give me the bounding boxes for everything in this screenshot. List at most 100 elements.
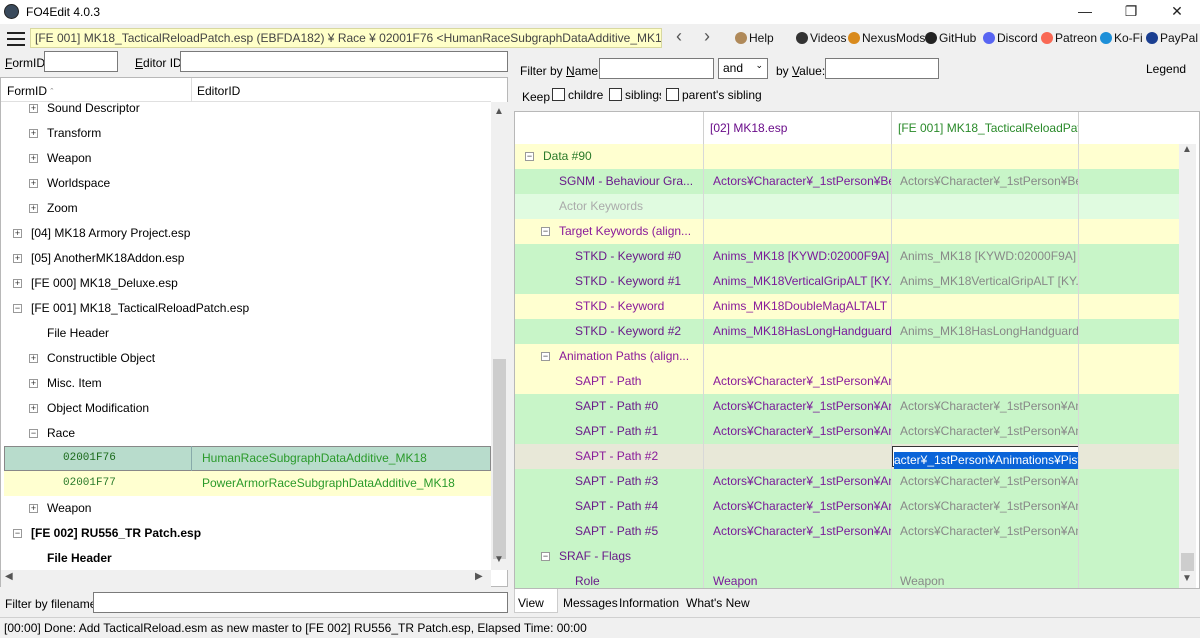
scroll-down-icon[interactable]: ▼	[1182, 573, 1192, 584]
scroll-right-icon[interactable]: ▶	[475, 571, 483, 582]
master-value-cell[interactable]	[704, 444, 892, 469]
tree-node[interactable]: + Misc. Item	[1, 371, 491, 396]
master-value-cell[interactable]: Anims_MK18HasLongHandguard...	[704, 319, 892, 344]
tab-information[interactable]: Information	[619, 596, 679, 610]
collapse-icon[interactable]: −	[29, 429, 38, 438]
formid-input[interactable]	[44, 51, 118, 72]
filter-value-input[interactable]	[825, 58, 939, 79]
override-value-cell[interactable]: Actors¥Character¥_1stPerson¥Ani...	[892, 419, 1079, 444]
grid-column-master[interactable]: [02] MK18.esp	[704, 112, 892, 144]
collapse-icon[interactable]: −	[541, 552, 550, 561]
legend-button[interactable]: Legend	[1146, 62, 1186, 76]
toolbar-link-patreon[interactable]: Patreon	[1041, 31, 1097, 45]
grid-column-override[interactable]: [FE 001] MK18_TacticalReloadPatch...	[892, 112, 1079, 144]
tree-record-row[interactable]: 02001F76 HumanRaceSubgraphDataAdditive_MK…	[1, 446, 491, 471]
grid-row[interactable]: SAPT - Path #2 acter¥_1stPerson¥Animation…	[515, 444, 1179, 469]
grid-row[interactable]: SAPT - Path Actors¥Character¥_1stPerson¥A…	[515, 369, 1179, 394]
grid-row[interactable]: STKD - Keyword #1 Anims_MK18VerticalGripA…	[515, 269, 1179, 294]
tree-node[interactable]: + Weapon	[1, 496, 491, 521]
grid-row[interactable]: SAPT - Path #0 Actors¥Character¥_1stPerso…	[515, 394, 1179, 419]
master-value-cell[interactable]	[704, 219, 892, 244]
master-value-cell[interactable]: Actors¥Character¥_1stPerson¥Ani...	[704, 519, 892, 544]
minimize-button[interactable]: —	[1062, 0, 1108, 24]
tree-node[interactable]: + Zoom	[1, 196, 491, 221]
column-editorid[interactable]: EditorID	[197, 84, 240, 98]
grid-row[interactable]: SAPT - Path #5 Actors¥Character¥_1stPerso…	[515, 519, 1179, 544]
tree-node[interactable]: − [FE 002] RU556_TR Patch.esp	[1, 521, 491, 546]
collapse-icon[interactable]: −	[541, 352, 550, 361]
override-value-cell[interactable]	[892, 144, 1079, 169]
operator-select[interactable]: and ⌄	[718, 58, 768, 79]
tree-node[interactable]: + Object Modification	[1, 396, 491, 421]
master-value-cell[interactable]	[704, 194, 892, 219]
expand-icon[interactable]: +	[29, 354, 38, 363]
menu-icon[interactable]	[7, 32, 25, 46]
grid-row[interactable]: STKD - Keyword #0 Anims_MK18 [KYWD:02000F…	[515, 244, 1179, 269]
scroll-up-icon[interactable]: ▲	[1182, 144, 1192, 155]
override-value-cell[interactable]	[892, 369, 1079, 394]
filter-name-input[interactable]	[599, 58, 714, 79]
record-path-box[interactable]: [FE 001] MK18_TacticalReloadPatch.esp (E…	[30, 28, 662, 48]
collapse-icon[interactable]: −	[541, 227, 550, 236]
master-value-cell[interactable]	[704, 544, 892, 569]
grid-row[interactable]: − Animation Paths (align...	[515, 344, 1179, 369]
tree-node[interactable]: + [04] MK18 Armory Project.esp	[1, 221, 491, 246]
expand-icon[interactable]: +	[29, 379, 38, 388]
expand-icon[interactable]: +	[29, 129, 38, 138]
master-value-cell[interactable]: Actors¥Character¥_1stPerson¥Ani...	[704, 419, 892, 444]
grid-row[interactable]: Actor Keywords	[515, 194, 1179, 219]
grid-row[interactable]: − Target Keywords (align...	[515, 219, 1179, 244]
tree-node[interactable]: − Race	[1, 421, 491, 446]
toolbar-link-paypal[interactable]: PayPal	[1146, 31, 1198, 45]
toolbar-link-videos[interactable]: Videos	[796, 31, 846, 45]
tree-node[interactable]: File Header	[1, 546, 491, 570]
master-value-cell[interactable]: Actors¥Character¥_1stPerson¥Ani...	[704, 494, 892, 519]
cell-edit-input[interactable]: acter¥_1stPerson¥Animations¥Pistol	[892, 446, 1078, 469]
grid-row[interactable]: SGNM - Behaviour Gra... Actors¥Character¥…	[515, 169, 1179, 194]
expand-icon[interactable]: +	[29, 204, 38, 213]
toolbar-link-discord[interactable]: Discord	[983, 31, 1038, 45]
grid-row[interactable]: SAPT - Path #3 Actors¥Character¥_1stPerso…	[515, 469, 1179, 494]
override-value-cell[interactable]	[892, 544, 1079, 569]
grid-row[interactable]: − Data #90	[515, 144, 1179, 169]
master-value-cell[interactable]	[704, 344, 892, 369]
expand-icon[interactable]: +	[29, 154, 38, 163]
override-value-cell[interactable]: Actors¥Character¥_1stPerson¥Ani...	[892, 494, 1079, 519]
override-value-cell[interactable]: Weapon	[892, 569, 1079, 588]
column-formid[interactable]: FormID ˆ	[7, 84, 53, 98]
expand-icon[interactable]: +	[29, 104, 38, 113]
override-value-cell[interactable]: Actors¥Character¥_1stPerson¥Ani...	[892, 469, 1079, 494]
expand-icon[interactable]: +	[29, 179, 38, 188]
vertical-scrollbar[interactable]: ▲ ▼	[491, 102, 508, 570]
master-value-cell[interactable]: Actors¥Character¥_1stPerson¥Ani...	[704, 394, 892, 419]
scroll-left-icon[interactable]: ◀	[5, 571, 13, 582]
scroll-down-icon[interactable]: ▼	[494, 554, 504, 565]
close-button[interactable]: ✕	[1154, 0, 1200, 24]
master-value-cell[interactable]: Actors¥Character¥_1stPerson¥Ani...	[704, 369, 892, 394]
keep-siblings-checkbox[interactable]: siblings	[609, 88, 661, 102]
grid-row[interactable]: SAPT - Path #4 Actors¥Character¥_1stPerso…	[515, 494, 1179, 519]
scroll-thumb[interactable]	[493, 359, 506, 559]
expand-icon[interactable]: +	[13, 279, 22, 288]
override-value-cell[interactable]: Actors¥Character¥_1stPerson¥Be...	[892, 169, 1079, 194]
grid-vertical-scrollbar[interactable]: ▲ ▼	[1179, 144, 1196, 588]
override-value-cell[interactable]: Actors¥Character¥_1stPerson¥Ani...	[892, 519, 1079, 544]
tree-node[interactable]: + Weapon	[1, 146, 491, 171]
grid-row[interactable]: STKD - Keyword Anims_MK18DoubleMagALTALT …	[515, 294, 1179, 319]
tab-messages[interactable]: Messages	[563, 596, 618, 610]
master-value-cell[interactable]: Weapon	[704, 569, 892, 588]
tree-node[interactable]: − [FE 001] MK18_TacticalReloadPatch.esp	[1, 296, 491, 321]
override-value-cell[interactable]: Actors¥Character¥_1stPerson¥Ani...	[892, 394, 1079, 419]
filename-filter-input[interactable]	[93, 592, 508, 613]
tree-node[interactable]: + [05] AnotherMK18Addon.esp	[1, 246, 491, 271]
toolbar-link-help[interactable]: Help	[735, 31, 774, 45]
tree-node[interactable]: + [FE 000] MK18_Deluxe.esp	[1, 271, 491, 296]
maximize-button[interactable]: ❐	[1108, 0, 1154, 24]
master-value-cell[interactable]: Anims_MK18DoubleMagALTALT [...	[704, 294, 892, 319]
master-value-cell[interactable]: Anims_MK18VerticalGripALT [KY...	[704, 269, 892, 294]
expand-icon[interactable]: +	[29, 504, 38, 513]
override-value-cell[interactable]: acter¥_1stPerson¥Animations¥Pistol	[892, 444, 1079, 469]
expand-icon[interactable]: +	[13, 229, 22, 238]
tree-node[interactable]: + Sound Descriptor	[1, 102, 491, 121]
expand-icon[interactable]: +	[29, 404, 38, 413]
